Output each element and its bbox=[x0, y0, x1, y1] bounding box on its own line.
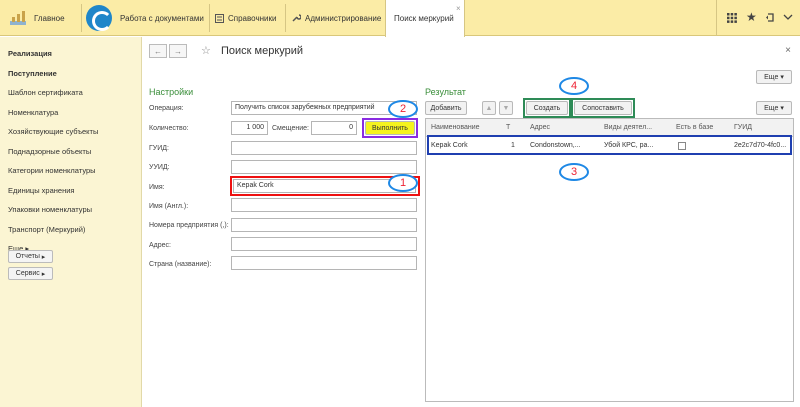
main-content: ← → ☆ Поиск меркурий × Еще ▾ Настройки О… bbox=[143, 37, 800, 407]
column-header-guid[interactable]: ГУИД bbox=[734, 124, 752, 131]
toolbar-right: ★ bbox=[716, 0, 800, 36]
quantity-label: Количество: bbox=[149, 125, 189, 132]
favorites-star-icon[interactable]: ★ bbox=[746, 10, 757, 24]
annotation-frame-4a bbox=[523, 98, 571, 118]
address-label: Адрес: bbox=[149, 242, 171, 249]
name-en-field[interactable] bbox=[231, 198, 417, 212]
tab-close-icon[interactable]: × bbox=[456, 4, 461, 13]
name-en-label: Имя (Англ.): bbox=[149, 203, 189, 210]
tab-search-mercury[interactable]: Поиск меркурий bbox=[385, 0, 465, 37]
column-header-name[interactable]: Наименование bbox=[431, 124, 480, 131]
reports-button[interactable]: Отчеты ▸ bbox=[8, 250, 53, 263]
close-icon[interactable]: × bbox=[785, 45, 791, 56]
separator bbox=[209, 4, 210, 32]
home-icon bbox=[10, 11, 26, 25]
name-label: Имя: bbox=[149, 184, 165, 191]
home-label: Главное bbox=[34, 14, 65, 23]
guid-label: ГУИД: bbox=[149, 145, 169, 152]
annotation-frame-4b bbox=[571, 98, 635, 118]
country-field[interactable] bbox=[231, 256, 417, 270]
sidebar-item-nomenclature[interactable]: Номенклатура bbox=[8, 108, 58, 117]
favorite-star-icon[interactable]: ☆ bbox=[201, 44, 211, 57]
wrench-icon bbox=[292, 14, 301, 22]
sidebar-item-nomenclature-categories[interactable]: Категории номенклатуры bbox=[8, 166, 96, 175]
column-header-type[interactable]: Т bbox=[506, 124, 510, 131]
menu-documents[interactable]: Работа с документами bbox=[120, 14, 204, 23]
sidebar-item-storage-units[interactable]: Единицы хранения bbox=[8, 186, 74, 195]
forward-button[interactable]: → bbox=[169, 44, 187, 58]
annotation-4: 4 bbox=[559, 77, 589, 95]
uuid-field[interactable] bbox=[231, 160, 417, 174]
reports-label: Отчеты bbox=[15, 253, 40, 260]
offset-label: Смещение: bbox=[272, 125, 309, 132]
menu-administration[interactable]: Администрирование bbox=[305, 14, 381, 23]
country-label: Страна (название): bbox=[149, 261, 212, 268]
apps-grid-icon[interactable] bbox=[727, 13, 737, 23]
result-more-button[interactable]: Еще ▾ bbox=[756, 101, 792, 115]
separator bbox=[81, 4, 82, 32]
page-title: Поиск меркурий bbox=[221, 45, 304, 57]
sidebar-item-cert-template[interactable]: Шаблон сертификата bbox=[8, 88, 83, 97]
more-label: Еще bbox=[764, 73, 779, 81]
sidebar-item-transport[interactable]: Транспорт (Меркурий) bbox=[8, 225, 85, 234]
offset-field[interactable]: 0 bbox=[311, 121, 357, 135]
history-icon[interactable] bbox=[765, 12, 776, 23]
annotation-3: 3 bbox=[559, 163, 589, 181]
move-up-icon[interactable]: ▲ bbox=[482, 101, 496, 115]
enterprise-numbers-label: Номера предприятия (,): bbox=[149, 222, 229, 229]
uuid-label: УУИД: bbox=[149, 164, 170, 171]
add-button[interactable]: Добавить bbox=[425, 101, 467, 115]
top-bar: Главное Работа с документами Справочники… bbox=[0, 0, 800, 37]
column-header-activity[interactable]: Виды деятел... bbox=[604, 124, 652, 131]
move-down-icon[interactable]: ▼ bbox=[499, 101, 513, 115]
sidebar-item-supervised-objects[interactable]: Поднадзорные объекты bbox=[8, 147, 91, 156]
result-table[interactable]: Наименование Т Адрес Виды деятел... Есть… bbox=[425, 118, 794, 402]
directory-icon bbox=[215, 14, 224, 23]
enterprise-numbers-field[interactable] bbox=[231, 218, 417, 232]
guid-field[interactable] bbox=[231, 141, 417, 155]
app-logo-icon[interactable] bbox=[86, 5, 112, 31]
operation-label: Операция: bbox=[149, 105, 184, 112]
menu-directories[interactable]: Справочники bbox=[228, 14, 276, 23]
address-field[interactable] bbox=[231, 237, 417, 251]
page-more-button[interactable]: Еще ▾ bbox=[756, 70, 792, 84]
quantity-field[interactable]: 1 000 bbox=[231, 121, 268, 135]
tab-label: Поиск меркурий bbox=[394, 14, 454, 23]
column-header-address[interactable]: Адрес bbox=[530, 124, 550, 131]
settings-title: Настройки bbox=[149, 87, 194, 97]
sidebar-item-packaging[interactable]: Упаковки номенклатуры bbox=[8, 205, 92, 214]
sidebar-item-business-entities[interactable]: Хозяйствующие субъекты bbox=[8, 127, 98, 136]
annotation-2: 2 bbox=[388, 100, 418, 118]
sidebar-item-receipt[interactable]: Поступление bbox=[8, 69, 57, 78]
sidebar-item-sales[interactable]: Реализация bbox=[8, 49, 52, 58]
annotation-1: 1 bbox=[388, 174, 418, 192]
chevron-down-icon[interactable] bbox=[783, 14, 793, 21]
column-header-in-base[interactable]: Есть в базе bbox=[676, 124, 713, 131]
annotation-frame-2 bbox=[362, 118, 418, 138]
service-button[interactable]: Сервис ▸ bbox=[8, 267, 53, 280]
annotation-frame-3 bbox=[427, 135, 792, 155]
home-section[interactable]: Главное bbox=[0, 0, 80, 36]
more-label: Еще bbox=[764, 104, 779, 112]
sidebar: Реализация Поступление Шаблон сертификат… bbox=[0, 37, 142, 407]
back-button[interactable]: ← bbox=[149, 44, 167, 58]
result-title: Результат bbox=[425, 87, 466, 97]
service-label: Сервис bbox=[15, 270, 40, 277]
separator bbox=[285, 4, 286, 32]
